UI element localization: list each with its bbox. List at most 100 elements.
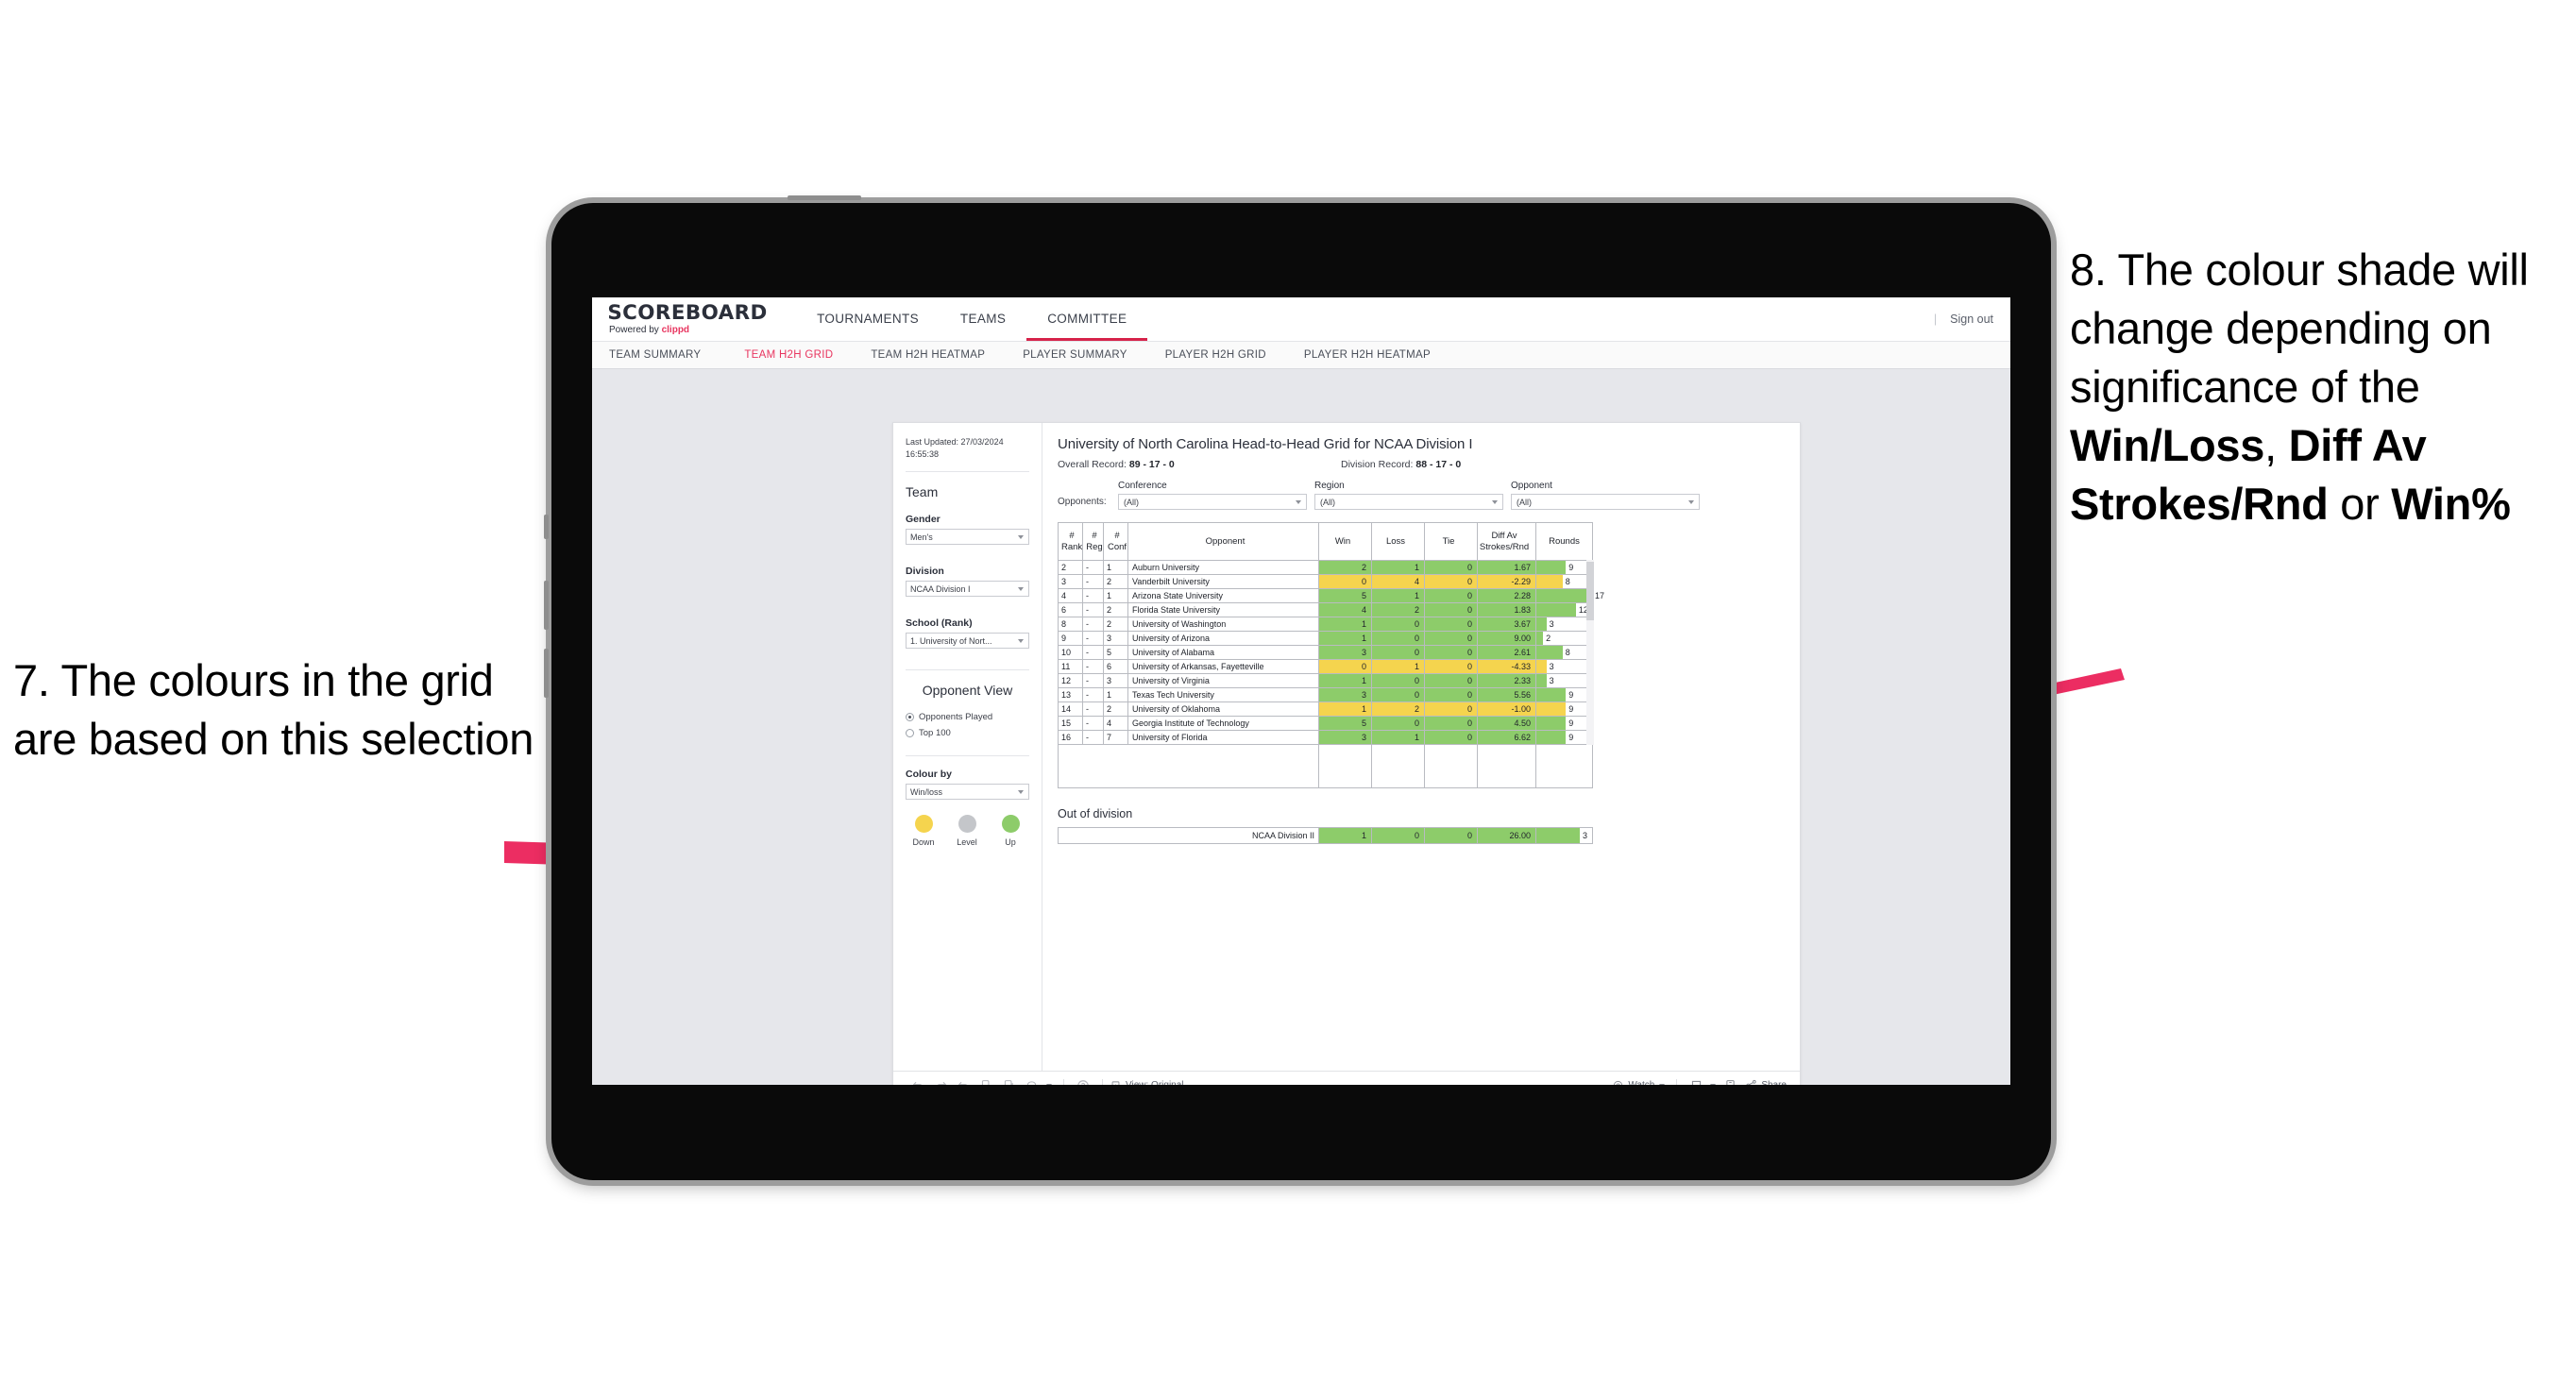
rounds-bar [1536, 674, 1547, 687]
opponent-filters: Opponents: Conference (All) Region (All)… [1058, 481, 1785, 510]
cell-rank: 8 [1058, 617, 1083, 632]
toolbar-divider-3 [1676, 1078, 1678, 1085]
lasso-dropdown-caret-icon[interactable] [1042, 1076, 1056, 1085]
school-select[interactable]: 1. University of Nort... [906, 633, 1029, 650]
legend-label-down: Down [912, 837, 935, 848]
rounds-bar [1536, 717, 1567, 730]
rounds-value: 8 [1565, 648, 1570, 657]
refresh-icon[interactable] [974, 1076, 997, 1085]
cell-tie: 0 [1424, 560, 1478, 575]
rounds-value: 3 [1549, 619, 1554, 629]
radio-selected-icon [906, 713, 914, 722]
sign-out-link[interactable]: Sign out [1950, 297, 1993, 341]
radio-opponents-played[interactable]: Opponents Played [906, 712, 1029, 722]
cell-win: 2 [1318, 560, 1372, 575]
tab-player-h2h-grid[interactable]: PLAYER H2H GRID [1146, 349, 1285, 361]
grid-scrollbar[interactable] [1586, 560, 1594, 745]
table-row[interactable]: 11-6 University of Arkansas, Fayetteville… [1058, 659, 1593, 674]
cell-loss: 0 [1371, 673, 1425, 688]
cell-tie: 0 [1424, 716, 1478, 731]
download-icon[interactable] [1685, 1076, 1707, 1085]
radio-top-100[interactable]: Top 100 [906, 728, 1029, 738]
share-button[interactable]: Share [1745, 1079, 1787, 1085]
rounds-bar [1536, 731, 1567, 744]
filler-win [1318, 744, 1372, 788]
col-rounds: Rounds [1535, 522, 1593, 561]
h2h-grid-table: # Rank # Reg # Conf Opponent Win Loss Tie D… [1058, 522, 1604, 788]
cell-diff: 2.33 [1477, 673, 1536, 688]
chevron-down-icon [1018, 638, 1024, 643]
undo-icon[interactable] [907, 1076, 929, 1085]
table-row[interactable]: 12-3 University of Virginia 1 0 0 2.33 3 [1058, 673, 1593, 688]
table-row[interactable]: 14-2 University of Oklahoma 1 2 0 -1.00 9 [1058, 701, 1593, 717]
cell-opponent: University of Virginia [1127, 673, 1319, 688]
grid-scrollbar-thumb[interactable] [1586, 562, 1594, 620]
cell-conf: 2 [1103, 574, 1128, 589]
out-of-division-title: Out of division [1058, 807, 1133, 820]
cell-win: 0 [1318, 574, 1372, 589]
filter-region-select[interactable]: (All) [1314, 494, 1503, 510]
download-dropdown-caret-icon[interactable] [1707, 1076, 1719, 1085]
nav-item-committee[interactable]: COMMITTEE [1026, 297, 1148, 341]
table-row[interactable]: 9-3 University of Arizona 1 0 0 9.00 2 [1058, 631, 1593, 646]
filter-region: Region (All) [1314, 481, 1503, 510]
brand-logo[interactable]: SCOREBOARD Powered by clippd [607, 303, 796, 335]
screenshot-stage: 7. The colours in the grid are based on … [0, 0, 2576, 1386]
cell-rounds: 9 [1535, 701, 1593, 717]
out-of-division-table: NCAA Division II 1 0 0 26.00 3 [1058, 827, 1593, 844]
pause-updates-icon[interactable] [997, 1076, 1020, 1085]
filter-opponent-select[interactable]: (All) [1511, 494, 1700, 510]
table-row[interactable]: 16-7 University of Florida 3 1 0 6.62 9 [1058, 730, 1593, 745]
cell-rank: 14 [1058, 701, 1083, 717]
tab-team-summary[interactable]: TEAM SUMMARY [609, 349, 725, 361]
gender-select[interactable]: Men's [906, 529, 1029, 546]
table-row[interactable]: 15-4 Georgia Institute of Technology 5 0 0 4.… [1058, 716, 1593, 731]
table-row[interactable]: 10-5 University of Alabama 3 0 0 2.61 8 [1058, 645, 1593, 660]
table-row[interactable]: 6-2 Florida State University 4 2 0 1.83 12 [1058, 602, 1593, 617]
table-row[interactable]: 8-2 University of Washington 1 0 0 3.67 3 [1058, 617, 1593, 632]
col-conf: # Conf [1103, 522, 1128, 561]
cell-reg: - [1082, 687, 1104, 702]
rounds-bar [1536, 828, 1581, 843]
cell-rank: 2 [1058, 560, 1083, 575]
tab-player-h2h-heatmap[interactable]: PLAYER H2H HEATMAP [1285, 349, 1449, 361]
cell-opponent: Vanderbilt University [1127, 574, 1319, 589]
dashboard-canvas: Last Updated: 27/03/2024 16:55:38 Team G… [592, 369, 2010, 1085]
rounds-value: 3 [1583, 831, 1588, 840]
view-original-button[interactable]: View: Original [1110, 1080, 1184, 1085]
help-icon[interactable] [1072, 1076, 1094, 1085]
device-volume-down-button [544, 649, 549, 698]
rounds-bar [1536, 660, 1547, 673]
filter-panel: Last Updated: 27/03/2024 16:55:38 Team G… [893, 423, 1042, 1071]
cell-diff: 9.00 [1477, 631, 1536, 646]
lasso-select-icon[interactable] [1020, 1076, 1042, 1085]
watch-button[interactable]: Watch [1613, 1080, 1666, 1085]
chevron-down-icon [1296, 499, 1301, 504]
table-row[interactable]: 3-2 Vanderbilt University 0 4 0 -2.29 8 [1058, 574, 1593, 589]
table-row[interactable]: 2-1 Auburn University 2 1 0 1.67 9 [1058, 560, 1593, 575]
colour-legend: Down Level Up [906, 815, 1029, 847]
tab-player-summary[interactable]: PLAYER SUMMARY [1004, 349, 1146, 361]
cell-diff: 5.56 [1477, 687, 1536, 702]
table-row[interactable]: 4-1 Arizona State University 5 1 0 2.28 17 [1058, 588, 1604, 603]
filter-conference-select[interactable]: (All) [1118, 494, 1307, 510]
colour-by-select[interactable]: Win/loss [906, 784, 1029, 801]
col-rank: # Rank [1058, 522, 1083, 561]
cell-rounds: 9 [1535, 687, 1593, 702]
division-label: Division [906, 566, 944, 578]
header-divider: | [1933, 313, 1938, 326]
cell-win: 4 [1318, 602, 1372, 617]
redo-icon[interactable] [929, 1076, 952, 1085]
viz-body: Last Updated: 27/03/2024 16:55:38 Team G… [893, 423, 1800, 1071]
revert-icon[interactable] [952, 1076, 974, 1085]
division-select[interactable]: NCAA Division I [906, 581, 1029, 598]
tab-team-h2h-grid[interactable]: TEAM H2H GRID [725, 349, 852, 361]
nav-item-tournaments[interactable]: TOURNAMENTS [796, 297, 940, 341]
radio-unselected-icon [906, 729, 914, 738]
nav-item-teams[interactable]: TEAMS [940, 297, 1026, 341]
table-row[interactable]: 13-1 Texas Tech University 3 0 0 5.56 9 [1058, 687, 1593, 702]
out-of-division-row[interactable]: NCAA Division II 1 0 0 26.00 3 [1058, 827, 1593, 844]
cell-win: 5 [1318, 716, 1372, 731]
tab-team-h2h-heatmap[interactable]: TEAM H2H HEATMAP [852, 349, 1004, 361]
device-preview-icon[interactable] [1719, 1076, 1741, 1085]
